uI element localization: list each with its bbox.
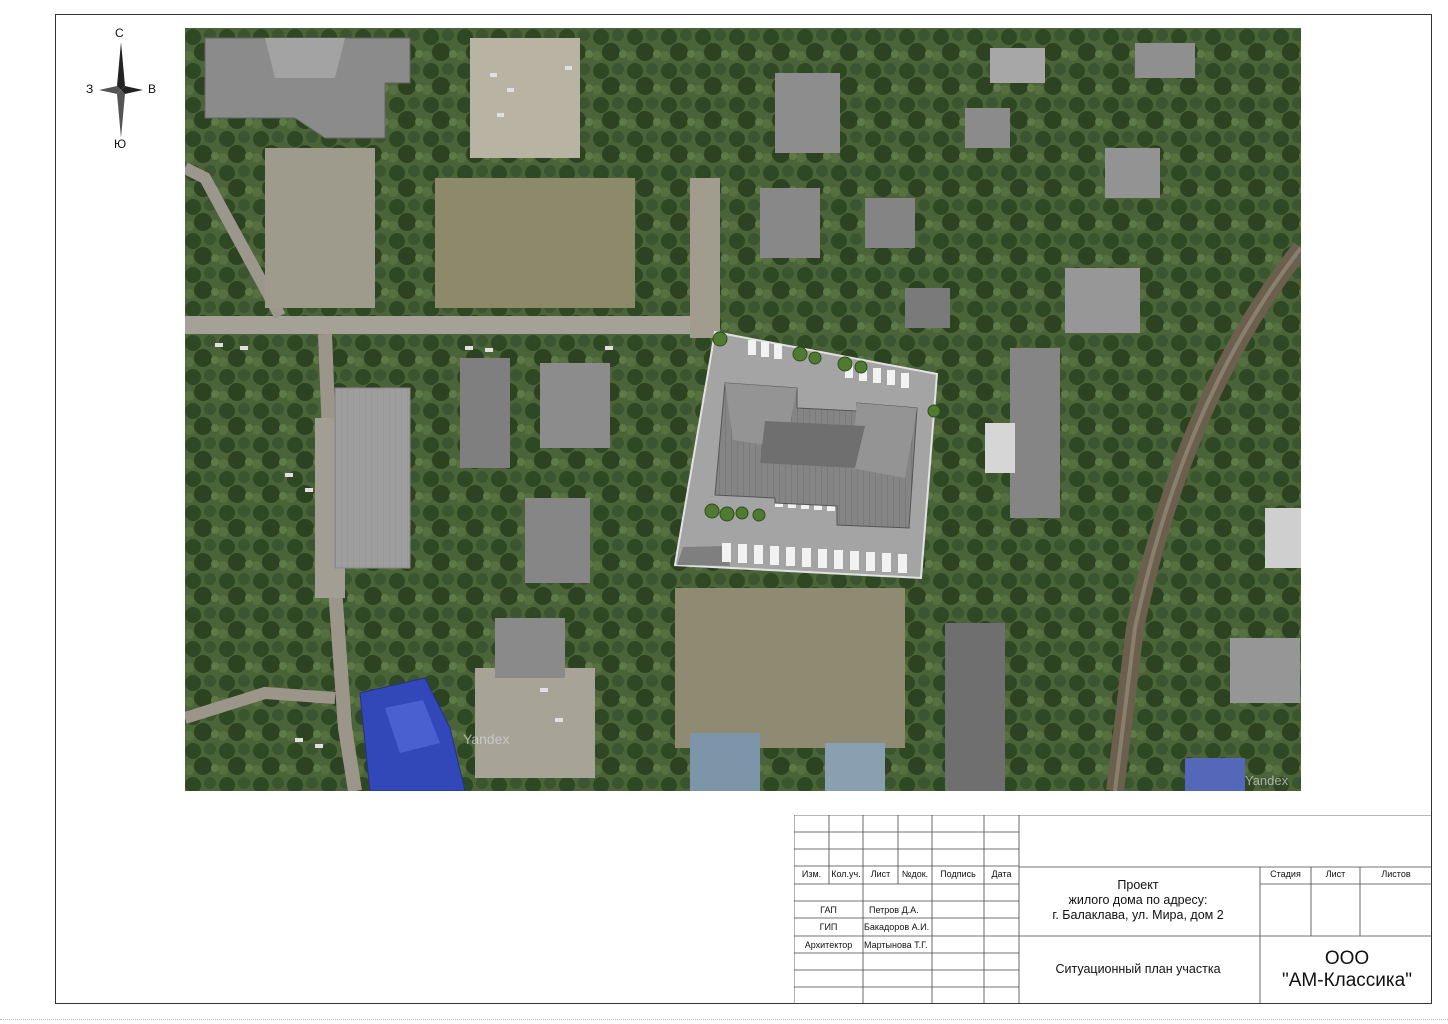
stamp-name-gap: Петров Д.А.	[869, 905, 919, 915]
stamp-header-sheet: Лист	[1325, 869, 1346, 879]
stamp-role-gap: ГАП	[820, 905, 837, 915]
stamp-header-data: Дата	[991, 869, 1012, 879]
stamp-header-podpis: Подпись	[940, 869, 976, 879]
stamp-role-gip: ГИП	[819, 922, 838, 932]
map-watermark: Yandex	[463, 731, 509, 747]
project-title: Проект жилого дома по адресу: г. Балакла…	[1020, 878, 1256, 923]
project-line-3: г. Балаклава, ул. Мира, дом 2	[1052, 908, 1224, 922]
stamp-role-architect: Архитектор	[804, 940, 853, 950]
sheet-title: Ситуационный план участка	[1055, 962, 1221, 976]
project-line-2: жилого дома по адресу:	[1068, 893, 1208, 907]
stamp-header-kolych: Кол.уч.	[831, 869, 861, 879]
project-line-1: Проект	[1117, 878, 1159, 892]
map-watermark-2: Yandex	[1245, 773, 1289, 788]
road-horizontal	[185, 316, 690, 334]
page-edge-line	[0, 1019, 1448, 1020]
stamp-header-list: Лист	[870, 869, 891, 879]
compass-star-icon	[99, 42, 143, 138]
org-line-2: "АМ-Классика"	[1282, 970, 1412, 991]
org-line-1: ООО	[1324, 948, 1370, 969]
stamp-header-stadia: Стадия	[1270, 869, 1301, 879]
aerial-map: Yandex Yandex	[185, 28, 1301, 791]
compass-rose: С З В Ю	[86, 26, 156, 152]
project-site	[673, 330, 941, 580]
satellite-view: Yandex Yandex	[185, 28, 1301, 791]
road-vertical	[690, 178, 720, 338]
stamp-header-izm: Изм.	[801, 869, 822, 879]
organization-name: ООО "АМ-Классика"	[1262, 948, 1432, 992]
stamp-name-gip: Бакадоров А.И.	[864, 922, 930, 932]
stamp-name-architect: Мартынова Т.Г.	[864, 940, 928, 950]
stamp-header-ndok: №док.	[901, 869, 929, 879]
stamp-header-sheets: Листов	[1381, 869, 1411, 879]
